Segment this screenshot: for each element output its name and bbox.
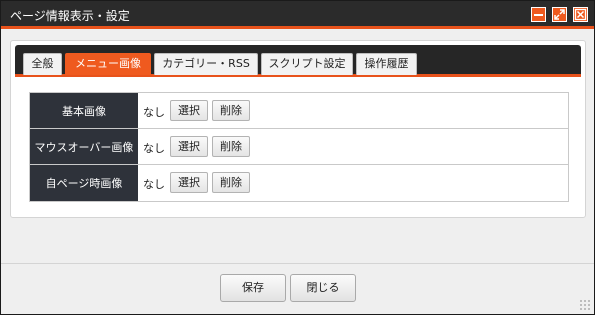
- page-info-dialog: ページ情報表示・設定 全般 メニュー画像 カテゴリー・RSS スクリプト設定 操…: [0, 0, 595, 315]
- table-row: 自ページ時画像 なし 選択 削除: [30, 165, 568, 201]
- row-value: なし: [143, 106, 165, 119]
- select-button[interactable]: 選択: [170, 100, 208, 121]
- delete-button[interactable]: 削除: [212, 136, 250, 157]
- tab-category-rss[interactable]: カテゴリー・RSS: [154, 53, 258, 75]
- settings-panel: 全般 メニュー画像 カテゴリー・RSS スクリプト設定 操作履歴 基本画像 なし…: [10, 40, 586, 218]
- delete-button[interactable]: 削除: [212, 172, 250, 193]
- row-header-mouseover-image: マウスオーバー画像: [30, 129, 138, 164]
- tab-script-settings[interactable]: スクリプト設定: [261, 53, 353, 75]
- tab-general[interactable]: 全般: [23, 53, 62, 75]
- row-value: なし: [143, 178, 165, 191]
- row-header-basic-image: 基本画像: [30, 93, 138, 128]
- close-button[interactable]: 閉じる: [290, 274, 356, 302]
- minimize-icon[interactable]: [531, 7, 546, 22]
- tab-bar: 全般 メニュー画像 カテゴリー・RSS スクリプト設定 操作履歴: [15, 45, 581, 77]
- select-button[interactable]: 選択: [170, 136, 208, 157]
- close-icon[interactable]: [573, 7, 588, 22]
- delete-button[interactable]: 削除: [212, 100, 250, 121]
- table-row: マウスオーバー画像 なし 選択 削除: [30, 129, 568, 165]
- select-button[interactable]: 選択: [170, 172, 208, 193]
- table-row: 基本画像 なし 選択 削除: [30, 93, 568, 129]
- resize-grip-icon[interactable]: [579, 299, 591, 311]
- dialog-title: ページ情報表示・設定: [10, 9, 130, 23]
- tab-operation-history[interactable]: 操作履歴: [356, 53, 417, 75]
- menu-image-table: 基本画像 なし 選択 削除 マウスオーバー画像 なし 選択 削除 自ページ時画像…: [29, 92, 569, 202]
- row-header-current-page-image: 自ページ時画像: [30, 165, 138, 201]
- title-bar[interactable]: ページ情報表示・設定: [1, 1, 594, 29]
- tab-menu-image[interactable]: メニュー画像: [65, 53, 151, 75]
- footer-divider: [1, 263, 594, 264]
- save-button[interactable]: 保存: [220, 274, 286, 302]
- row-value: なし: [143, 142, 165, 155]
- maximize-icon[interactable]: [552, 7, 567, 22]
